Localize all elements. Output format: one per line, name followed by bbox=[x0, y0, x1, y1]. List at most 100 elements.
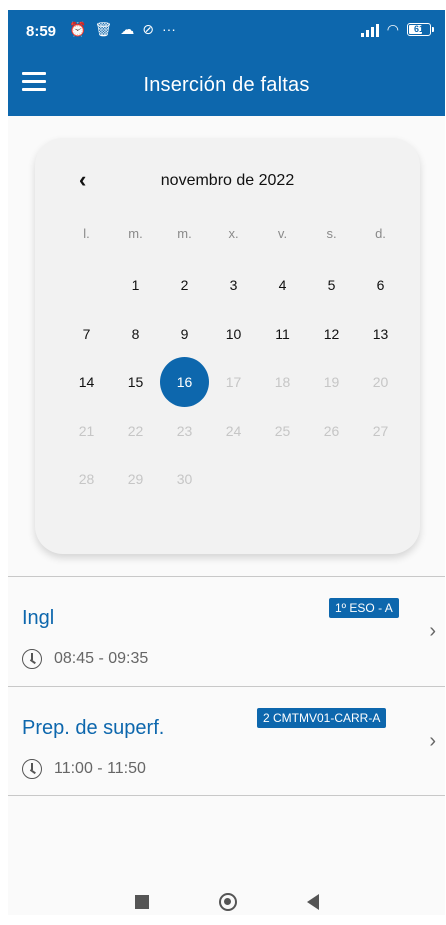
calendar-day: 30 bbox=[160, 455, 209, 504]
calendar-day-label: 3 bbox=[229, 277, 238, 294]
calendar-day[interactable]: 1 bbox=[111, 261, 160, 310]
calendar-day-label: 15 bbox=[127, 374, 144, 391]
calendar-day-label: 12 bbox=[323, 325, 340, 342]
weekday-label: v. bbox=[277, 226, 288, 241]
notification-icons: ⏰ 🗑 ☁ ⊘ ··· bbox=[69, 21, 176, 37]
calendar-day-label: 22 bbox=[127, 422, 144, 439]
trash-icon: 🗑 bbox=[94, 21, 113, 37]
alarm-icon: ⏰ bbox=[69, 21, 87, 37]
clock-icon bbox=[22, 759, 42, 779]
calendar-day[interactable]: 9 bbox=[160, 310, 209, 359]
calendar-empty-cell bbox=[356, 455, 405, 504]
calendar-empty-cell bbox=[307, 455, 356, 504]
calendar-day[interactable]: 5 bbox=[307, 261, 356, 310]
calendar-day-label: 25 bbox=[274, 422, 291, 439]
calendar-day: 21 bbox=[62, 407, 111, 456]
calendar-day-label: 1 bbox=[131, 277, 140, 294]
calendar-day: 26 bbox=[307, 407, 356, 456]
calendar-day-label: 26 bbox=[323, 422, 340, 439]
calendar-day[interactable]: 13 bbox=[356, 310, 405, 359]
blocked-icon: ⊘ bbox=[142, 21, 154, 37]
phone-screen: 8:59 ⏰ 🗑 ☁ ⊘ ··· ◠ 61 Inserción de falta… bbox=[8, 10, 445, 915]
calendar-day-label: 5 bbox=[327, 277, 336, 294]
calendar-day-label: 16 bbox=[160, 357, 209, 408]
class-list-item[interactable]: Ingl 1º ESO - A 08:45 - 09:35 › bbox=[8, 577, 445, 685]
calendar-day[interactable]: 3 bbox=[209, 261, 258, 310]
calendar-day: 29 bbox=[111, 455, 160, 504]
calendar-day-label: 7 bbox=[82, 325, 91, 342]
calendar-day-label: 11 bbox=[275, 325, 290, 342]
class-time: 08:45 - 09:35 bbox=[54, 650, 149, 667]
system-nav-bar bbox=[8, 889, 445, 915]
class-time-row: 08:45 - 09:35 bbox=[22, 649, 148, 669]
calendar-day-label: 4 bbox=[278, 277, 287, 294]
chevron-right-icon: › bbox=[429, 730, 436, 752]
calendar-week-row: 28 29 30 bbox=[62, 455, 405, 504]
clock-icon bbox=[22, 649, 42, 669]
back-button[interactable] bbox=[306, 894, 319, 910]
class-time: 11:00 - 11:50 bbox=[54, 760, 146, 777]
calendar-day-label: 24 bbox=[225, 422, 242, 439]
calendar-day: 23 bbox=[160, 407, 209, 456]
calendar-day: 18 bbox=[258, 358, 307, 407]
more-notifications-icon: ··· bbox=[161, 21, 176, 37]
calendar-day: 20 bbox=[356, 358, 405, 407]
recent-apps-button[interactable] bbox=[134, 895, 149, 909]
calendar-day[interactable]: 15 bbox=[111, 358, 160, 407]
calendar-day[interactable]: 14 bbox=[62, 358, 111, 407]
calendar-day-label: 2 bbox=[180, 277, 189, 294]
calendar-day: 27 bbox=[356, 407, 405, 456]
weekday-header: l. m. m. x. v. s. d. bbox=[62, 226, 405, 241]
wifi-icon: ◠ bbox=[386, 21, 399, 37]
weekday-label: s. bbox=[326, 226, 337, 241]
calendar-day[interactable]: 4 bbox=[258, 261, 307, 310]
group-badge: 1º ESO - A bbox=[329, 598, 399, 618]
calendar-day: 22 bbox=[111, 407, 160, 456]
class-name: Ingl bbox=[22, 607, 55, 629]
calendar-day-label: 13 bbox=[372, 325, 389, 342]
weekday-label: l. bbox=[83, 226, 90, 241]
calendar-day-label: 6 bbox=[376, 277, 385, 294]
status-time: 8:59 bbox=[26, 23, 57, 40]
app-bar: Inserción de faltas bbox=[8, 52, 445, 116]
divider bbox=[8, 795, 445, 796]
calendar-empty-cell bbox=[258, 455, 307, 504]
weekday-label: d. bbox=[375, 226, 386, 241]
calendar-week-row: 1 2 3 4 5 6 bbox=[62, 261, 405, 310]
calendar-day-label: 21 bbox=[78, 422, 95, 439]
calendar-week-row: 7 8 9 10 11 12 13 bbox=[62, 310, 405, 359]
calendar-day-label: 29 bbox=[127, 471, 144, 488]
calendar-day[interactable]: 2 bbox=[160, 261, 209, 310]
calendar-day-label: 23 bbox=[176, 422, 193, 439]
calendar-day-grid: 1 2 3 4 5 6 7 8 9 10 11 12 13 14 15 16 17 18 19 20 21 22 23 24 2… bbox=[62, 261, 405, 504]
calendar-day[interactable]: 10 bbox=[209, 310, 258, 359]
cloud-icon: ☁ bbox=[120, 21, 135, 37]
home-button[interactable] bbox=[218, 893, 237, 911]
calendar-day-label: 28 bbox=[78, 471, 95, 488]
signal-icon bbox=[360, 23, 379, 37]
calendar-week-row: 21 22 23 24 25 26 27 bbox=[62, 407, 405, 456]
calendar-day[interactable]: 11 bbox=[258, 310, 307, 359]
group-badge: 2 CMTMV01-CARR-A bbox=[257, 708, 387, 728]
calendar-day[interactable]: 12 bbox=[307, 310, 356, 359]
calendar-day-label: 30 bbox=[176, 471, 193, 488]
class-name: Prep. de superf. bbox=[22, 717, 165, 739]
calendar-day-selected[interactable]: 16 bbox=[160, 357, 209, 408]
calendar-day[interactable]: 7 bbox=[62, 310, 111, 359]
calendar-day-label: 18 bbox=[274, 374, 291, 391]
calendar-day-label: 17 bbox=[225, 374, 242, 391]
calendar-day[interactable]: 8 bbox=[111, 310, 160, 359]
calendar-day: 19 bbox=[307, 358, 356, 407]
class-list-item[interactable]: Prep. de superf. 2 CMTMV01-CARR-A 11:00 … bbox=[8, 687, 445, 795]
weekday-label: m. bbox=[128, 226, 143, 241]
system-icons: ◠ 61 bbox=[360, 21, 434, 38]
chevron-right-icon: › bbox=[429, 620, 436, 642]
calendar-week-row: 14 15 16 17 18 19 20 bbox=[62, 357, 405, 408]
calendar-day: 24 bbox=[209, 407, 258, 456]
page-title: Inserción de faltas bbox=[143, 74, 310, 96]
calendar-empty-cell bbox=[209, 455, 258, 504]
calendar-day-label: 14 bbox=[78, 374, 95, 391]
calendar-day[interactable]: 6 bbox=[356, 261, 405, 310]
calendar-day-label: 10 bbox=[225, 325, 242, 342]
weekday-label: x. bbox=[228, 226, 239, 241]
